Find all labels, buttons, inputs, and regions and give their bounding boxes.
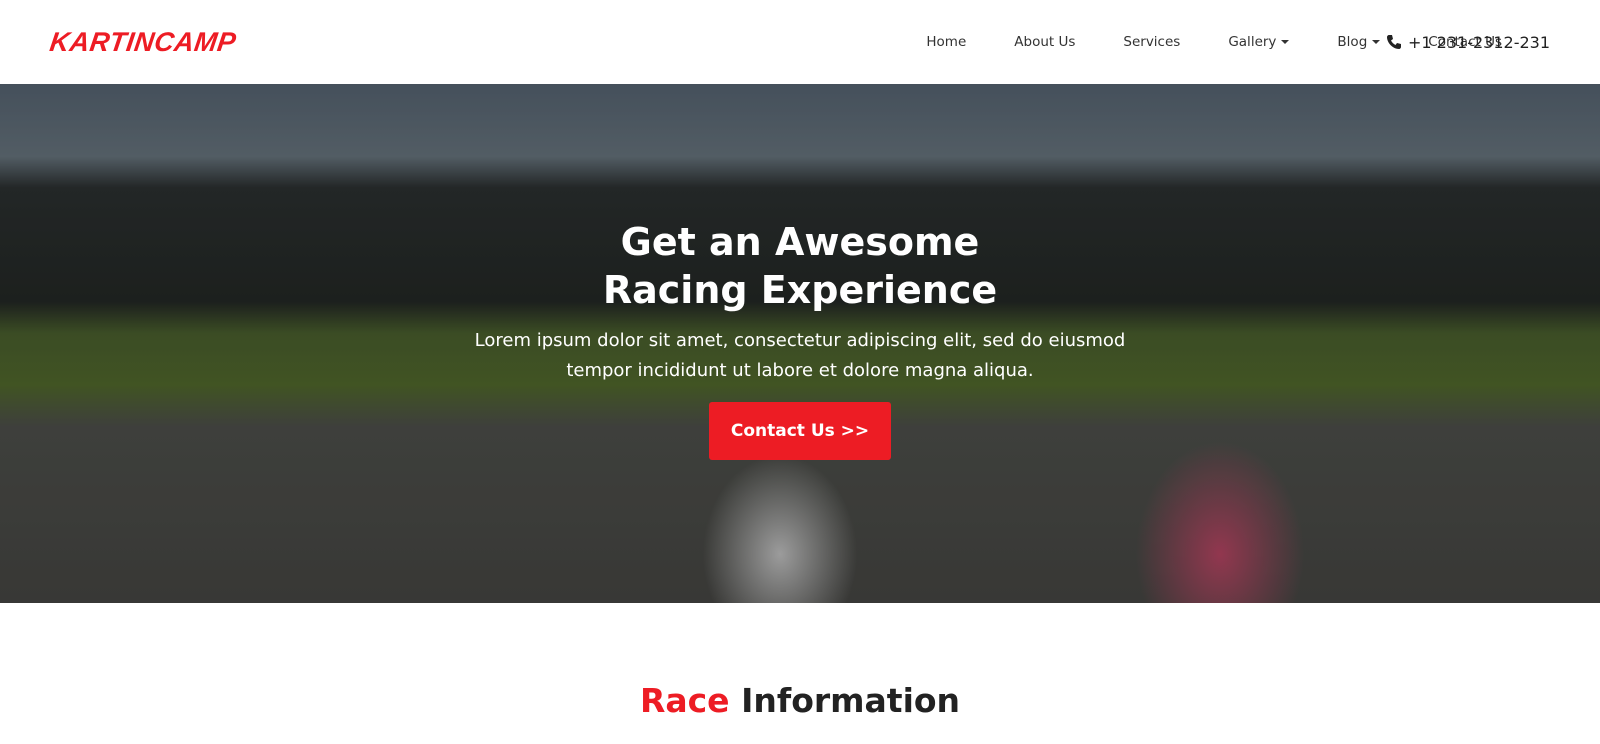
navbar: KARTINCAMP Home About Us Services Galler… <box>0 0 1600 84</box>
nav-about-us[interactable]: About Us <box>1014 34 1075 50</box>
nav-label: Services <box>1123 34 1181 50</box>
hero-content: Get an Awesome Racing Experience Lorem ip… <box>0 218 1600 460</box>
caret-down-icon <box>1281 40 1290 44</box>
logo[interactable]: KARTINCAMP <box>48 27 238 58</box>
contact-us-button[interactable]: Contact Us >> <box>708 402 892 460</box>
hero-title-line: Racing Experience <box>602 268 998 312</box>
nav-label: Home <box>926 34 967 50</box>
nav-gallery[interactable]: Gallery <box>1228 34 1290 50</box>
nav-label: Gallery <box>1228 34 1277 50</box>
nav-services[interactable]: Services <box>1123 34 1180 50</box>
caret-down-icon <box>1372 40 1381 44</box>
hero-text-line: Lorem ipsum dolor sit amet, consectetur … <box>474 330 1126 351</box>
phone-icon <box>1386 35 1401 49</box>
nav-label: About Us <box>1014 34 1076 50</box>
nav-blog[interactable]: Blog <box>1337 34 1381 50</box>
hero-banner: Get an Awesome Racing Experience Lorem ip… <box>0 84 1600 603</box>
phone-link[interactable]: +1 231-2312-231 <box>1386 0 1550 84</box>
section-title: Race Information <box>0 681 1600 720</box>
hero-text-line: tempor incididunt ut labore et dolore ma… <box>566 360 1034 381</box>
hero-title-line: Get an Awesome <box>620 220 980 264</box>
section-title-rest: Information <box>741 681 961 720</box>
hero-text: Lorem ipsum dolor sit amet, consectetur … <box>0 326 1600 386</box>
section-title-highlight: Race <box>639 681 730 720</box>
nav-home[interactable]: Home <box>926 34 966 50</box>
nav-label: Blog <box>1337 34 1368 50</box>
phone-number: +1 231-2312-231 <box>1407 32 1550 52</box>
hero-title: Get an Awesome Racing Experience <box>0 218 1600 314</box>
